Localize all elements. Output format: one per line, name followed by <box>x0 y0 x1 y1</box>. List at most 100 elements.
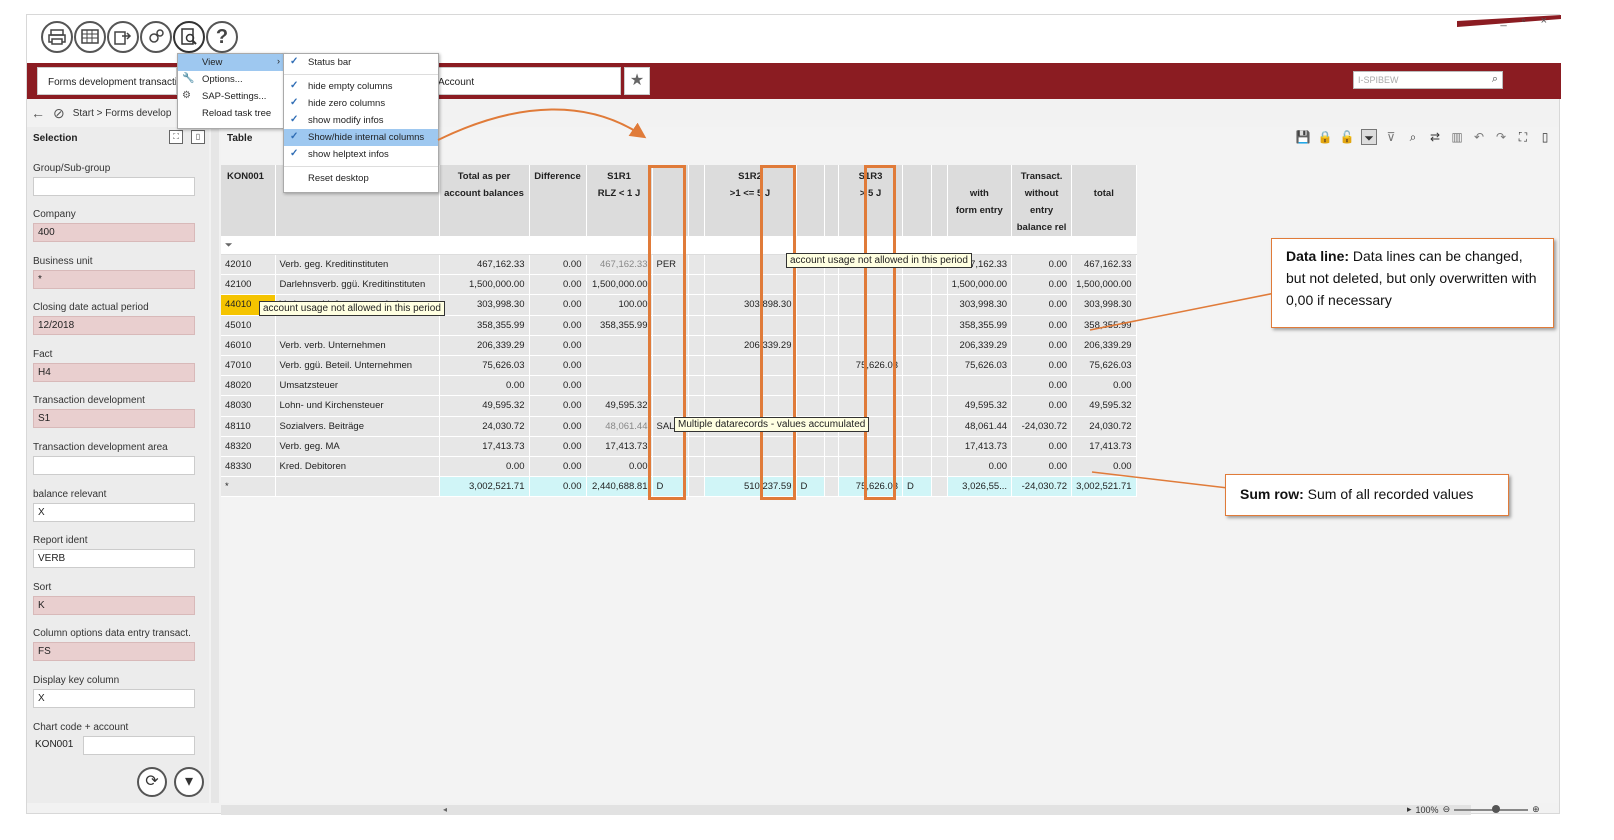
s1r1-cell[interactable]: 2,440,688.81 <box>586 476 653 498</box>
internal-cell[interactable] <box>902 294 932 316</box>
difference-cell[interactable]: 0.00 <box>529 254 587 276</box>
without-cell[interactable]: 0.00 <box>1011 335 1073 356</box>
splitter[interactable] <box>211 127 219 803</box>
search-input[interactable]: I-SPIBEW ⌕ <box>1353 71 1503 89</box>
s1r1-cell[interactable] <box>586 335 653 356</box>
col-header-internal-2[interactable] <box>796 165 826 237</box>
refresh-icon[interactable]: ⇄ <box>1427 129 1443 145</box>
panel-toggle-icon[interactable]: ▯ <box>191 130 205 144</box>
column-options-input[interactable]: FS <box>33 642 195 661</box>
spreadsheet-icon[interactable] <box>74 21 106 53</box>
internal-cell[interactable] <box>796 335 826 356</box>
window-controls[interactable]: _ ▫ × <box>1500 15 1553 27</box>
back-arrow-icon[interactable]: ← <box>31 105 45 121</box>
account-cell[interactable]: 48110 <box>221 416 276 437</box>
difference-cell[interactable]: 0.00 <box>529 375 587 397</box>
report-ident-input[interactable]: VERB <box>33 549 195 568</box>
account-cell[interactable]: 48020 <box>221 375 276 397</box>
difference-cell[interactable]: 0.00 <box>529 294 587 316</box>
filter-cell[interactable] <box>902 236 932 255</box>
balance-cell[interactable]: 0.00 <box>439 456 530 478</box>
balance-cell[interactable]: 17,413.73 <box>439 436 530 457</box>
filter-cell[interactable] <box>824 236 840 255</box>
with-cell[interactable]: 75,626.03 <box>947 355 1013 377</box>
without-cell[interactable]: 0.00 <box>1011 294 1073 316</box>
total-cell[interactable]: 3,002,521.71 <box>1071 476 1137 498</box>
difference-cell[interactable]: 0.00 <box>529 355 587 377</box>
document-search-icon[interactable] <box>173 21 205 53</box>
difference-cell[interactable]: 0.00 <box>529 456 587 478</box>
menu-item-show-hide-internal-columns[interactable]: ✓ Show/hide internal columns <box>284 129 438 146</box>
maximize-icon[interactable]: ⛶ <box>169 130 183 144</box>
display-key-input[interactable]: X <box>33 689 195 708</box>
menu-item-hide-empty-columns[interactable]: ✓ hide empty columns <box>284 78 438 95</box>
redo-icon[interactable]: ↷ <box>1493 129 1509 145</box>
name-cell[interactable] <box>275 315 440 336</box>
with-cell[interactable]: 303,998.30 <box>947 294 1013 316</box>
zoom-in-icon[interactable]: ⊕ <box>1532 804 1540 815</box>
difference-cell[interactable]: 0.00 <box>529 476 587 498</box>
settings-icon[interactable] <box>140 21 172 53</box>
name-cell[interactable]: Kred. Debitoren <box>275 456 440 478</box>
with-cell[interactable]: 3,026,55... <box>947 476 1013 498</box>
col-header-without[interactable]: Transact. without entry balance rel <box>1011 165 1073 237</box>
company-input[interactable]: 400 <box>33 223 195 242</box>
name-cell[interactable]: Verb. verb. Unternehmen <box>275 335 440 356</box>
s1r1-cell[interactable]: 0.00 <box>586 456 653 478</box>
filter-cell[interactable] <box>529 236 587 255</box>
chevron-down-icon[interactable]: ▾ <box>174 767 204 797</box>
lock-icon[interactable]: 🔒 <box>1317 129 1333 145</box>
account-input[interactable] <box>83 736 195 755</box>
total-cell[interactable]: 49,595.32 <box>1071 395 1137 417</box>
name-cell[interactable]: Umsatzsteuer <box>275 375 440 397</box>
menu-item-show-helptext-infos[interactable]: ✓ show helptext infos <box>284 146 438 163</box>
internal-cell[interactable] <box>902 416 932 437</box>
internal-cell[interactable] <box>796 274 826 296</box>
horizontal-scrollbar[interactable]: ◂ <box>221 805 1471 815</box>
s1r1-cell[interactable]: 358,355.99 <box>586 315 653 336</box>
menu-item-reload-task-tree[interactable]: Reload task tree <box>178 105 284 122</box>
total-cell[interactable]: 0.00 <box>1071 456 1137 478</box>
with-cell[interactable] <box>947 375 1013 397</box>
s1r1-cell[interactable]: 467,162.33 <box>586 254 653 276</box>
balance-cell[interactable]: 24,030.72 <box>439 416 530 437</box>
export-icon[interactable] <box>107 21 139 53</box>
account-cell[interactable]: 42010 <box>221 254 276 276</box>
filter-cell[interactable] <box>275 236 440 255</box>
refresh-icon[interactable]: ⟳ <box>137 767 167 797</box>
with-cell[interactable]: 48,061.44 <box>947 416 1013 437</box>
fact-input[interactable]: H4 <box>33 363 195 382</box>
name-cell[interactable]: Verb. ggü. Beteil. Unternehmen <box>275 355 440 377</box>
account-cell[interactable]: * <box>221 476 276 498</box>
name-cell[interactable]: Verb. geg. MA <box>275 436 440 457</box>
internal-cell[interactable] <box>902 395 932 417</box>
with-cell[interactable]: 1,500,000.00 <box>947 274 1013 296</box>
account-cell[interactable]: 48030 <box>221 395 276 417</box>
business-unit-input[interactable]: * <box>33 270 195 289</box>
internal-cell[interactable] <box>796 315 826 336</box>
group-input[interactable] <box>33 177 195 196</box>
total-cell[interactable]: 206,339.29 <box>1071 335 1137 356</box>
difference-cell[interactable]: 0.00 <box>529 335 587 356</box>
with-cell[interactable]: 206,339.29 <box>947 335 1013 356</box>
s1r1-cell[interactable]: 17,413.73 <box>586 436 653 457</box>
internal-cell[interactable] <box>902 274 932 296</box>
internal-cell[interactable]: D <box>902 476 932 498</box>
internal-cell[interactable] <box>902 375 932 397</box>
name-cell[interactable]: Sozialvers. Beiträge <box>275 416 440 437</box>
name-cell[interactable]: Lohn- und Kirchensteuer <box>275 395 440 417</box>
chart-icon[interactable]: ▥ <box>1449 129 1465 145</box>
total-cell[interactable]: 1,500,000.00 <box>1071 274 1137 296</box>
balance-cell[interactable]: 206,339.29 <box>439 335 530 356</box>
scroll-left-icon[interactable]: ◂ <box>443 805 447 814</box>
total-cell[interactable]: 75,626.03 <box>1071 355 1137 377</box>
with-cell[interactable]: 0.00 <box>947 456 1013 478</box>
balance-cell[interactable]: 1,500,000.00 <box>439 274 530 296</box>
filter-cell[interactable] <box>688 236 705 255</box>
without-cell[interactable]: 0.00 <box>1011 274 1073 296</box>
total-cell[interactable]: 303,998.30 <box>1071 294 1137 316</box>
filter-cell[interactable] <box>586 236 653 255</box>
with-cell[interactable]: 49,595.32 <box>947 395 1013 417</box>
internal-cell[interactable] <box>902 355 932 377</box>
filter-cell[interactable] <box>931 236 948 255</box>
